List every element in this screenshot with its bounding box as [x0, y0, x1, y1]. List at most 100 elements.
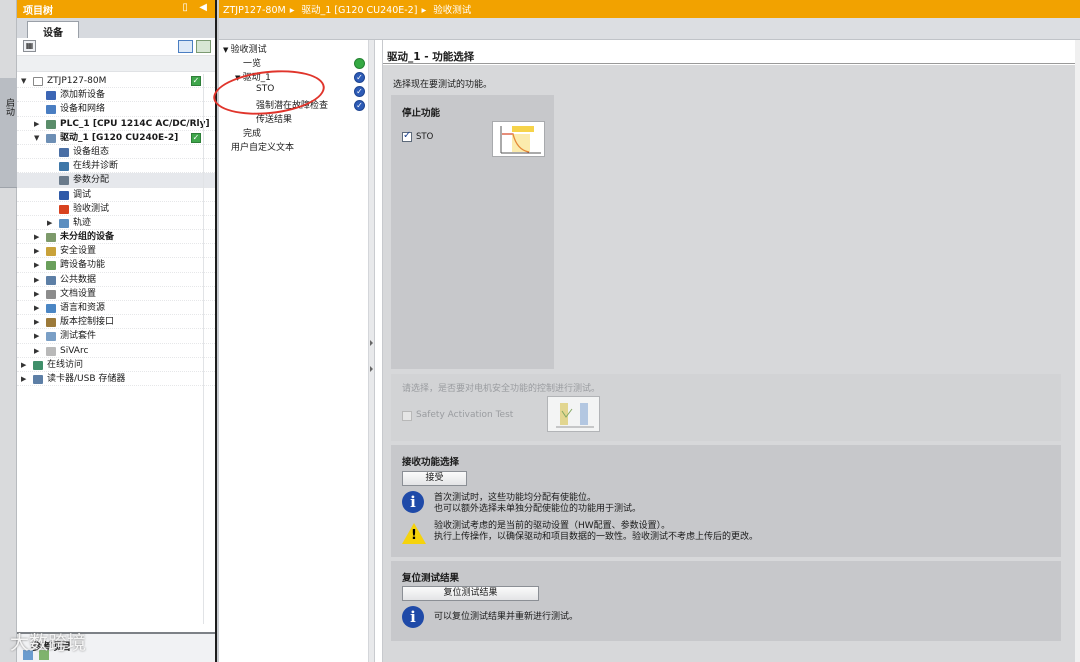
tree-item[interactable]: ▶ 在线访问 — [17, 358, 215, 372]
tree-item-label: 公共数据 — [60, 274, 97, 285]
parameter-icon — [59, 176, 69, 186]
tree-item-label: 在线并诊断 — [73, 161, 119, 172]
collapse-arrow-icon[interactable]: ▼ — [223, 46, 231, 54]
expand-arrow-icon[interactable] — [370, 366, 373, 372]
breadcrumb-project[interactable]: ZTJP127-80M — [223, 5, 286, 16]
tree-item-label: 版本控制接口 — [60, 317, 115, 328]
tree-item[interactable]: ▼ 驱动_1 [G120 CU240E-2] ✓ — [17, 131, 215, 145]
reset-results-button[interactable]: 复位测试结果 — [402, 586, 539, 601]
expand-arrow-icon[interactable]: ▶ — [34, 258, 42, 272]
panel-controls[interactable]: ▯ ◀ — [182, 2, 211, 13]
tree-item[interactable]: ▶ 跨设备功能 — [17, 258, 215, 273]
tree-item[interactable]: ▶ 公共数据 — [17, 273, 215, 287]
sto-diagram-thumbnail — [492, 121, 545, 157]
tree-item[interactable]: ▶ 未分组的设备 — [17, 230, 215, 245]
expand-arrow-icon[interactable]: ▶ — [34, 344, 42, 358]
tree-item[interactable]: ▶ SiVArc — [17, 344, 215, 358]
tree-item[interactable]: 在线并诊断 — [17, 159, 215, 174]
editor-area: ZTJP127-80M ▸ 驱动_1 [G120 CU240E-2] ▸ 验收测试 … — [211, 0, 1080, 662]
tree-item[interactable]: 调试 — [17, 188, 215, 202]
tree-item[interactable]: 设备和网络 — [17, 102, 215, 117]
tree-item-label: ZTJP127-80M — [47, 76, 107, 86]
expand-arrow-icon[interactable]: ▶ — [34, 315, 42, 329]
accept-warn-line2: 执行上传操作，以确保驱动和项目数据的一致性。验收测试不考虑上传后的更改。 — [434, 532, 759, 542]
accept-info-line1: 首次测试时，这些功能均分配有使能位。 — [434, 493, 597, 503]
expand-arrow-icon[interactable]: ▶ — [21, 358, 29, 372]
tree-item[interactable]: ▶ 版本控制接口 — [17, 315, 215, 330]
intro-text: 选择现在要测试的功能。 — [393, 80, 493, 90]
project-tree-titlebar: 项目树 ▯ ◀ — [17, 0, 215, 18]
breadcrumb-drive[interactable]: 驱动_1 [G120 CU240E-2] — [302, 5, 418, 16]
tree-item-label: 轨迹 — [73, 217, 92, 228]
overview-icon[interactable] — [196, 40, 211, 53]
tree-item[interactable]: ▶ 语言和资源 — [17, 301, 215, 316]
tree-item-label: 测试套件 — [60, 331, 97, 342]
project-tree-toolbar: ▦ — [17, 38, 215, 56]
tree-item[interactable]: ▶ 安全设置 — [17, 244, 215, 259]
status-check-icon: ✓ — [354, 86, 365, 97]
step-item[interactable]: 一览 — [243, 56, 261, 69]
step-item[interactable]: 完成 — [243, 126, 261, 139]
expand-arrow-icon[interactable]: ▶ — [21, 372, 29, 386]
tree-item[interactable]: ▶ 读卡器/USB 存储器 — [17, 372, 215, 387]
add-device-icon — [46, 91, 56, 101]
tree-item[interactable]: 添加新设备 — [17, 88, 215, 103]
tree-item-label: 添加新设备 — [60, 90, 106, 101]
highlight-circle — [211, 65, 327, 120]
expand-arrow-icon[interactable]: ▶ — [34, 273, 42, 287]
stop-function-box: 停止功能 STO — [391, 95, 554, 369]
vertical-scrollbar[interactable] — [1075, 40, 1080, 662]
step-item[interactable]: 用户自定义文本 — [231, 140, 294, 153]
tree-item[interactable]: ▼ ZTJP127-80M ✓ — [17, 74, 215, 89]
sto-checkbox[interactable] — [402, 130, 412, 142]
tree-item-label: 在线访问 — [47, 359, 84, 370]
expand-arrow-icon[interactable]: ▶ — [34, 244, 42, 258]
online-diag-icon — [59, 162, 69, 172]
tree-item-label: 参数分配 — [73, 175, 110, 186]
expand-arrow-icon[interactable]: ▶ — [34, 230, 42, 244]
collapse-arrow-icon[interactable] — [370, 340, 373, 346]
step-item[interactable]: ▼ 验收测试 — [223, 42, 267, 55]
tree-item-label: 调试 — [73, 189, 92, 200]
status-check-icon: ✓ — [354, 100, 365, 111]
collapse-arrow-icon[interactable]: ▼ — [34, 131, 42, 145]
step-label: 用户自定义文本 — [231, 143, 295, 153]
tree-item[interactable]: ▶ PLC_1 [CPU 1214C AC/DC/Rly] — [17, 117, 215, 131]
collapse-arrow-icon[interactable]: ▼ — [21, 74, 29, 88]
expand-arrow-icon[interactable]: ▶ — [34, 117, 42, 131]
tree-item[interactable]: 设备组态 — [17, 145, 215, 160]
sto-graph-icon — [500, 126, 541, 154]
view-toggle-icon[interactable] — [178, 40, 193, 53]
card-reader-icon — [33, 374, 43, 384]
step-label: 传送结果 — [256, 115, 293, 125]
safety-activation-checkbox[interactable] — [402, 411, 412, 421]
device-config-icon — [59, 147, 69, 157]
reset-results-title: 复位测试结果 — [402, 573, 460, 584]
expand-arrow-icon[interactable]: ▶ — [34, 287, 42, 301]
expand-arrow-icon[interactable]: ▶ — [47, 216, 55, 230]
info-icon: i — [402, 491, 424, 513]
start-tab[interactable]: 启动 — [0, 78, 17, 188]
tree-item-label: 跨设备功能 — [60, 260, 106, 271]
online-access-icon — [33, 360, 43, 370]
tree-item-label: 未分组的设备 — [60, 232, 115, 243]
reset-results-box: 复位测试结果 复位测试结果 i 可以复位测试结果并重新进行测试。 — [391, 561, 1061, 641]
panel-splitter[interactable] — [369, 40, 375, 662]
tab-devices[interactable]: 设备 — [27, 21, 79, 39]
watermark: 大数跨境 — [10, 632, 87, 654]
tree-item[interactable]: 参数分配 — [17, 173, 215, 188]
project-tree-tabs: 设备 — [17, 18, 215, 39]
expand-arrow-icon[interactable]: ▶ — [34, 329, 42, 343]
tree-item[interactable]: ▶ 轨迹 — [17, 216, 215, 231]
status-ok-icon: ✓ — [191, 132, 201, 143]
tree-item[interactable]: 验收测试 — [17, 202, 215, 216]
tree-toolbar-icon[interactable]: ▦ — [23, 40, 36, 52]
accept-button[interactable]: 接受 — [402, 471, 467, 486]
safety-activation-box: 请选择，是否要对电机安全功能的控制进行测试。 Safety Activation… — [391, 374, 1061, 441]
step-label: 完成 — [243, 129, 262, 139]
tree-item[interactable]: ▶ 文档设置 — [17, 287, 215, 301]
expand-arrow-icon[interactable]: ▶ — [34, 301, 42, 315]
tree-item[interactable]: ▶ 测试套件 — [17, 329, 215, 344]
security-icon — [46, 247, 56, 257]
tree-item-label: 安全设置 — [60, 246, 97, 257]
